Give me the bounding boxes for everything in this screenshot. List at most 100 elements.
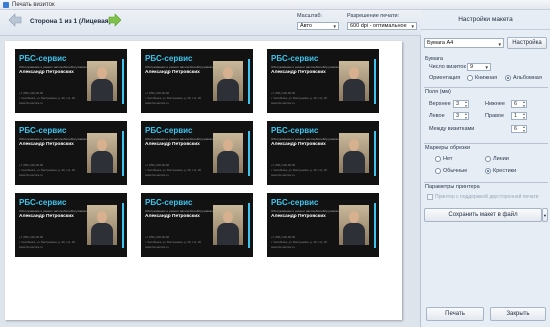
orientation-portrait-radio[interactable]: [467, 75, 473, 81]
spinner-arrows-icon[interactable]: ▲ ▼: [522, 100, 526, 108]
margin-left-input[interactable]: 3 ▲ ▼: [453, 112, 469, 120]
orientation-label: Ориентация: [429, 75, 461, 81]
preview-toolbar: Сторона 1 из 1 (Лицевая) Масштаб: Авто ▼…: [0, 10, 421, 36]
photo-head: [349, 67, 359, 79]
duplex-checkbox[interactable]: [427, 194, 433, 200]
card-phone: +7 (351) 220-00-00: [19, 163, 44, 167]
card-address: г. Челябинск, ул. Бастрыкина, д. 40, стр…: [19, 240, 75, 244]
card-accent-stripe: [122, 203, 124, 248]
card-accent-stripe: [248, 59, 250, 104]
paper-select[interactable]: Бумага A4 ▼: [424, 38, 504, 48]
card-accent-stripe: [374, 203, 376, 248]
scale-label: Масштаб:: [297, 13, 323, 19]
photo-head: [349, 139, 359, 151]
paper-value: Бумага A4: [427, 40, 454, 46]
card-web: www.rbs-service.ru: [19, 101, 43, 105]
paper-sheet: РБС-сервис Обслуживание и ремонт автомоби…: [5, 41, 402, 320]
photo-head: [223, 139, 233, 151]
window-titlebar: Печать визиток: [0, 0, 550, 10]
business-card: РБС-сервис Обслуживание и ремонт автомоби…: [267, 193, 379, 257]
card-phone: +7 (351) 220-00-00: [271, 91, 296, 95]
card-photo: [213, 61, 243, 101]
photo-suit: [343, 151, 365, 173]
print-button[interactable]: Печать: [426, 307, 484, 321]
printer-divider: [424, 182, 548, 183]
business-card: РБС-сервис Обслуживание и ремонт автомоби…: [267, 49, 379, 113]
card-accent-stripe: [248, 203, 250, 248]
marks-normal-radio[interactable]: [435, 168, 441, 174]
spinner-arrows-icon[interactable]: ▲ ▼: [522, 112, 526, 120]
card-company: РБС-сервис: [271, 126, 319, 135]
photo-head: [223, 211, 233, 223]
paper-settings-button[interactable]: Настройка: [507, 37, 547, 49]
resolution-label: Разрешение печати:: [347, 13, 400, 19]
margin-top-value: 3: [456, 101, 460, 107]
photo-suit: [217, 151, 239, 173]
card-person-name: Александр Петровских: [19, 70, 74, 75]
margin-right-input[interactable]: 1 ▲ ▼: [511, 112, 527, 120]
chevron-down-icon: ▼: [410, 24, 415, 29]
card-company: РБС-сервис: [145, 198, 193, 207]
card-tagline: Обслуживание и ремонт автомобилей/грузов…: [19, 65, 89, 69]
business-card: РБС-сервис Обслуживание и ремонт автомоби…: [267, 121, 379, 185]
cards-count-label: Число визиток: [429, 64, 466, 70]
save-layout-button[interactable]: Сохранить макет в файл: [424, 208, 542, 222]
orientation-portrait-label: Книжная: [475, 75, 498, 81]
card-accent-stripe: [374, 131, 376, 176]
paper-group-title: Бумага: [425, 56, 443, 62]
marks-group-title: Маркеры обрезки: [425, 145, 471, 151]
scale-value: Авто: [300, 23, 312, 29]
photo-head: [97, 211, 107, 223]
close-button[interactable]: Закрыть: [490, 307, 546, 321]
chevron-down-icon: ▼: [543, 213, 547, 218]
gap-input[interactable]: 6 ▲ ▼: [511, 125, 527, 133]
photo-suit: [343, 223, 365, 245]
photo-head: [97, 67, 107, 79]
spinner-arrows-icon[interactable]: ▲ ▼: [464, 112, 468, 120]
card-address: г. Челябинск, ул. Бастрыкина, д. 40, стр…: [19, 96, 75, 100]
save-layout-dropdown[interactable]: ▼: [542, 208, 548, 222]
card-web: www.rbs-service.ru: [271, 245, 295, 249]
card-address: г. Челябинск, ул. Бастрыкина, д. 40, стр…: [19, 168, 75, 172]
card-person-name: Александр Петровских: [145, 142, 200, 147]
margin-top-input[interactable]: 3 ▲ ▼: [453, 100, 469, 108]
gap-label: Между визитками: [429, 126, 475, 132]
card-address: г. Челябинск, ул. Бастрыкина, д. 40, стр…: [271, 168, 327, 172]
card-accent-stripe: [122, 131, 124, 176]
card-person-name: Александр Петровских: [145, 70, 200, 75]
orientation-landscape-radio[interactable]: [505, 75, 511, 81]
cards-count-select[interactable]: 9 ▼: [467, 63, 491, 71]
margin-bottom-input[interactable]: 6 ▲ ▼: [511, 100, 527, 108]
chevron-down-icon: ▼: [497, 42, 502, 47]
card-photo: [339, 61, 369, 101]
card-web: www.rbs-service.ru: [145, 173, 169, 177]
page-indicator: Сторона 1 из 1 (Лицевая): [30, 18, 111, 25]
card-phone: +7 (351) 220-00-00: [145, 235, 170, 239]
card-tagline: Обслуживание и ремонт автомобилей/грузов…: [19, 137, 89, 141]
card-accent-stripe: [248, 131, 250, 176]
card-company: РБС-сервис: [19, 198, 67, 207]
resolution-select[interactable]: 600 dpi - оптимальное ▼: [347, 22, 417, 30]
card-phone: +7 (351) 220-00-00: [145, 91, 170, 95]
card-tagline: Обслуживание и ремонт автомобилей/грузов…: [145, 65, 215, 69]
gap-value: 6: [514, 126, 518, 132]
card-web: www.rbs-service.ru: [145, 101, 169, 105]
printer-group-title: Параметры принтера: [425, 184, 480, 190]
card-company: РБС-сервис: [271, 54, 319, 63]
card-phone: +7 (351) 220-00-00: [271, 163, 296, 167]
card-photo: [339, 133, 369, 173]
photo-suit: [217, 223, 239, 245]
previous-page-button[interactable]: [8, 13, 22, 27]
spinner-arrows-icon[interactable]: ▲ ▼: [464, 100, 468, 108]
card-photo: [87, 205, 117, 245]
scale-select[interactable]: Авто ▼: [297, 22, 339, 30]
next-page-button[interactable]: [108, 13, 122, 27]
spinner-arrows-icon[interactable]: ▲ ▼: [522, 125, 526, 133]
marks-lines-radio[interactable]: [485, 156, 491, 162]
orientation-landscape-label: Альбомная: [513, 75, 542, 81]
marks-none-radio[interactable]: [435, 156, 441, 162]
photo-suit: [91, 79, 113, 101]
preview-canvas: РБС-сервис Обслуживание и ремонт автомоби…: [0, 36, 421, 327]
marks-crosses-radio[interactable]: [485, 168, 491, 174]
photo-head: [349, 211, 359, 223]
